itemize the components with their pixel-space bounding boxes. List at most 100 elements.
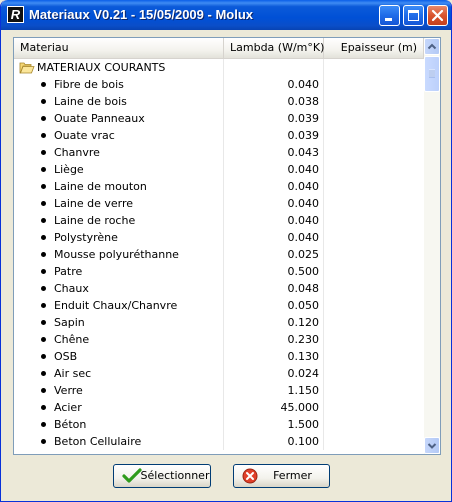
- bullet-icon: [41, 354, 46, 359]
- table-row[interactable]: Laine de roche 0.040: [14, 212, 424, 229]
- table-row[interactable]: Enduit Chaux/Chanvre 0.050: [14, 297, 424, 314]
- bullet-icon: [41, 218, 46, 223]
- table-row[interactable]: Acier 45.000: [14, 399, 424, 416]
- materiau-cell: Ouate vrac: [14, 127, 224, 144]
- lambda-cell: 45.000: [224, 399, 324, 416]
- bullet-icon: [41, 269, 46, 274]
- table-row[interactable]: Fibre de bois 0.040: [14, 76, 424, 93]
- material-name: Acier: [54, 401, 82, 414]
- scroll-thumb[interactable]: [424, 56, 440, 92]
- epaisseur-cell: [324, 178, 424, 195]
- table-row[interactable]: Liège 0.040: [14, 161, 424, 178]
- epaisseur-cell: [324, 229, 424, 246]
- epaisseur-cell: [324, 263, 424, 280]
- materiau-cell: Air sec: [14, 365, 224, 382]
- bullet-icon: [41, 99, 46, 104]
- group-row[interactable]: MATERIAUX COURANTS: [14, 59, 424, 76]
- epaisseur-cell: [324, 76, 424, 93]
- table-row[interactable]: OSB 0.130: [14, 348, 424, 365]
- bullet-icon: [41, 201, 46, 206]
- table-row[interactable]: Ouate vrac 0.039: [14, 127, 424, 144]
- materiau-cell: Enduit Chaux/Chanvre: [14, 297, 224, 314]
- epaisseur-cell: [324, 195, 424, 212]
- table-row[interactable]: Verre 1.150: [14, 382, 424, 399]
- bullet-icon: [41, 133, 46, 138]
- vertical-scrollbar[interactable]: [424, 38, 440, 454]
- material-name: Enduit Chaux/Chanvre: [54, 299, 178, 312]
- table-row[interactable]: Sapin 0.120: [14, 314, 424, 331]
- lambda-cell: 0.038: [224, 93, 324, 110]
- material-name: Laine de bois: [54, 95, 127, 108]
- lambda-cell: 0.025: [224, 246, 324, 263]
- table-row[interactable]: Laine de bois 0.038: [14, 93, 424, 110]
- select-button[interactable]: Sélectionner: [113, 464, 211, 488]
- materiau-cell: Chêne: [14, 331, 224, 348]
- lambda-cell: 0.040: [224, 212, 324, 229]
- epaisseur-cell: [324, 314, 424, 331]
- table-row[interactable]: Laine de mouton 0.040: [14, 178, 424, 195]
- bullet-icon: [41, 286, 46, 291]
- materiau-cell: Laine de mouton: [14, 178, 224, 195]
- table-row[interactable]: Mousse polyuréthanne 0.025: [14, 246, 424, 263]
- epaisseur-cell: [324, 365, 424, 382]
- materiau-cell: OSB: [14, 348, 224, 365]
- materiau-cell: Verre: [14, 382, 224, 399]
- materiau-cell: Liège: [14, 161, 224, 178]
- table-row[interactable]: Ouate Panneaux 0.039: [14, 110, 424, 127]
- lambda-cell: 0.130: [224, 348, 324, 365]
- epaisseur-cell: [324, 433, 424, 450]
- scroll-down-button[interactable]: [424, 437, 440, 454]
- lambda-cell: 0.230: [224, 331, 324, 348]
- table-row[interactable]: Béton 1.500: [14, 416, 424, 433]
- materiau-cell: Patre: [14, 263, 224, 280]
- epaisseur-cell: [324, 297, 424, 314]
- material-name: Patre: [54, 265, 83, 278]
- lambda-cell: 0.050: [224, 297, 324, 314]
- material-name: Beton Cellulaire: [54, 435, 142, 448]
- lambda-cell: 1.500: [224, 416, 324, 433]
- table-row[interactable]: Laine de verre 0.040: [14, 195, 424, 212]
- app-icon[interactable]: R: [7, 6, 24, 23]
- window-title: Materiaux V0.21 - 15/05/2009 - Molux: [29, 7, 253, 22]
- materials-table[interactable]: Materiau Lambda (W/m°K) Epaisseur (m) MA…: [13, 37, 441, 455]
- title-bar[interactable]: R Materiaux V0.21 - 15/05/2009 - Molux: [1, 0, 451, 30]
- column-header-lambda[interactable]: Lambda (W/m°K): [224, 38, 324, 58]
- materiau-cell: Laine de verre: [14, 195, 224, 212]
- lambda-cell: 1.150: [224, 382, 324, 399]
- lambda-cell: 0.040: [224, 229, 324, 246]
- column-header-epaisseur[interactable]: Epaisseur (m): [324, 38, 424, 58]
- lambda-cell: 0.040: [224, 161, 324, 178]
- grip-icon: [429, 69, 435, 78]
- bullet-icon: [41, 405, 46, 410]
- epaisseur-cell: [324, 161, 424, 178]
- column-header-materiau[interactable]: Materiau: [14, 38, 224, 58]
- minimize-button[interactable]: [379, 5, 400, 26]
- bullet-icon: [41, 320, 46, 325]
- materiau-cell: Beton Cellulaire: [14, 433, 224, 450]
- table-row[interactable]: Chanvre 0.043: [14, 144, 424, 161]
- table-row[interactable]: Polystyrène 0.040: [14, 229, 424, 246]
- table-header: Materiau Lambda (W/m°K) Epaisseur (m): [14, 38, 424, 59]
- folder-open-icon: [19, 62, 35, 74]
- table-row[interactable]: Patre 0.500: [14, 263, 424, 280]
- materiau-cell: Sapin: [14, 314, 224, 331]
- lambda-cell: 0.040: [224, 195, 324, 212]
- material-name: Ouate Panneaux: [54, 112, 145, 125]
- materiau-cell: Mousse polyuréthanne: [14, 246, 224, 263]
- group-epaisseur-cell: [324, 59, 424, 76]
- lambda-cell: 0.039: [224, 110, 324, 127]
- scroll-up-button[interactable]: [424, 38, 440, 55]
- material-name: Chanvre: [54, 146, 100, 159]
- table-row[interactable]: Air sec 0.024: [14, 365, 424, 382]
- epaisseur-cell: [324, 93, 424, 110]
- table-row[interactable]: Beton Cellulaire 0.100: [14, 433, 424, 450]
- epaisseur-cell: [324, 127, 424, 144]
- materiau-cell: Acier: [14, 399, 224, 416]
- material-name: Ouate vrac: [54, 129, 115, 142]
- close-button[interactable]: Fermer: [233, 464, 330, 488]
- table-row[interactable]: Chêne 0.230: [14, 331, 424, 348]
- bullet-icon: [41, 337, 46, 342]
- table-row[interactable]: Chaux 0.048: [14, 280, 424, 297]
- maximize-button[interactable]: [403, 5, 424, 26]
- close-window-button[interactable]: [427, 5, 448, 26]
